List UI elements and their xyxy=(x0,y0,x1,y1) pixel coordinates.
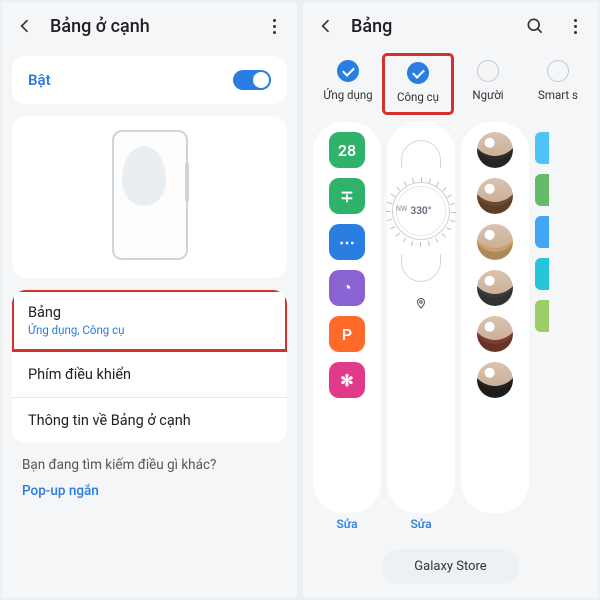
tab-label: Người xyxy=(472,88,503,102)
edit-tools[interactable]: Sửa xyxy=(387,517,455,531)
row-panels-title: Bảng xyxy=(28,304,271,321)
checkbox-icon[interactable] xyxy=(407,62,429,84)
messages-icon[interactable]: ⋯ xyxy=(329,224,365,260)
compass-widget: NW 330° xyxy=(390,132,452,322)
galaxy-store-button[interactable]: Galaxy Store xyxy=(382,549,518,584)
tab-smart s[interactable]: Smart s xyxy=(523,54,593,114)
settings-list: Bảng Ứng dụng, Công cụ Phím điều khiển T… xyxy=(12,290,287,443)
contact-avatar[interactable] xyxy=(477,178,513,214)
master-switch[interactable] xyxy=(233,70,271,90)
phone-illustration xyxy=(112,130,188,260)
row-handle[interactable]: Phím điều khiển xyxy=(12,351,287,397)
suggestion-link[interactable]: Pop-up ngắn xyxy=(2,479,297,513)
location-pin-icon xyxy=(415,296,427,314)
page-title: Bảng ở cạnh xyxy=(50,16,249,37)
bixby-icon[interactable]: ◔ xyxy=(329,270,365,306)
compass-dial: NW 330° xyxy=(392,182,450,240)
suggestion-prompt: Bạn đang tìm kiếm điều gì khác? xyxy=(2,451,297,479)
apps-icon[interactable]: ✻ xyxy=(329,362,365,398)
illustration-card xyxy=(12,116,287,278)
page-title: Bảng xyxy=(351,16,510,37)
calendar-icon[interactable]: 28 xyxy=(329,132,365,168)
panel-tools[interactable]: NW 330° xyxy=(387,122,455,513)
settings-edge-panel-screen: Bảng ở cạnh Bật Bảng Ứng dụng, Công cụ P… xyxy=(2,2,297,598)
tab-người[interactable]: Người xyxy=(453,54,523,114)
row-panels[interactable]: Bảng Ứng dụng, Công cụ xyxy=(12,290,287,351)
tab-label: Công cụ xyxy=(397,90,439,104)
panel-apps[interactable]: 28 ∓ ⋯ ◔ P ✻ xyxy=(313,122,381,513)
panel-previews: 28 ∓ ⋯ ◔ P ✻ NW 330° xyxy=(303,114,598,513)
checkbox-icon[interactable] xyxy=(477,60,499,82)
panels-picker-screen: Bảng Ứng dụng Công cụ Người Smart s 28 ∓ ⋯ ◔ P ✻… xyxy=(303,2,598,598)
toggle-label: Bật xyxy=(28,71,233,89)
header: Bảng xyxy=(303,2,598,50)
contact-avatar[interactable] xyxy=(477,132,513,168)
notes-icon[interactable]: P xyxy=(329,316,365,352)
header: Bảng ở cạnh xyxy=(2,2,297,50)
search-icon[interactable] xyxy=(520,11,550,41)
checkbox-icon[interactable] xyxy=(547,60,569,82)
edit-row: Sửa Sửa xyxy=(303,513,598,539)
back-icon[interactable] xyxy=(311,11,341,41)
edit-apps[interactable]: Sửa xyxy=(313,517,381,531)
tab-ứng dụng[interactable]: Ứng dụng xyxy=(313,54,383,114)
contact-avatar[interactable] xyxy=(477,270,513,306)
contact-avatar[interactable] xyxy=(477,362,513,398)
checkbox-icon[interactable] xyxy=(337,60,359,82)
tab-label: Smart s xyxy=(538,88,578,102)
master-toggle-card: Bật xyxy=(12,56,287,104)
row-about[interactable]: Thông tin về Bảng ở cạnh xyxy=(12,397,287,443)
panel-smart-select-peek[interactable] xyxy=(535,122,551,513)
more-icon[interactable] xyxy=(259,11,289,41)
more-icon[interactable] xyxy=(560,11,590,41)
panel-people[interactable] xyxy=(461,122,529,513)
contact-avatar[interactable] xyxy=(477,224,513,260)
panel-tabs: Ứng dụng Công cụ Người Smart s xyxy=(303,50,598,114)
calculator-icon[interactable]: ∓ xyxy=(329,178,365,214)
row-panels-subtitle: Ứng dụng, Công cụ xyxy=(28,323,271,337)
tab-label: Ứng dụng xyxy=(323,88,372,102)
contact-avatar[interactable] xyxy=(477,316,513,352)
tab-công cụ[interactable]: Công cụ xyxy=(383,54,453,114)
back-icon[interactable] xyxy=(10,11,40,41)
